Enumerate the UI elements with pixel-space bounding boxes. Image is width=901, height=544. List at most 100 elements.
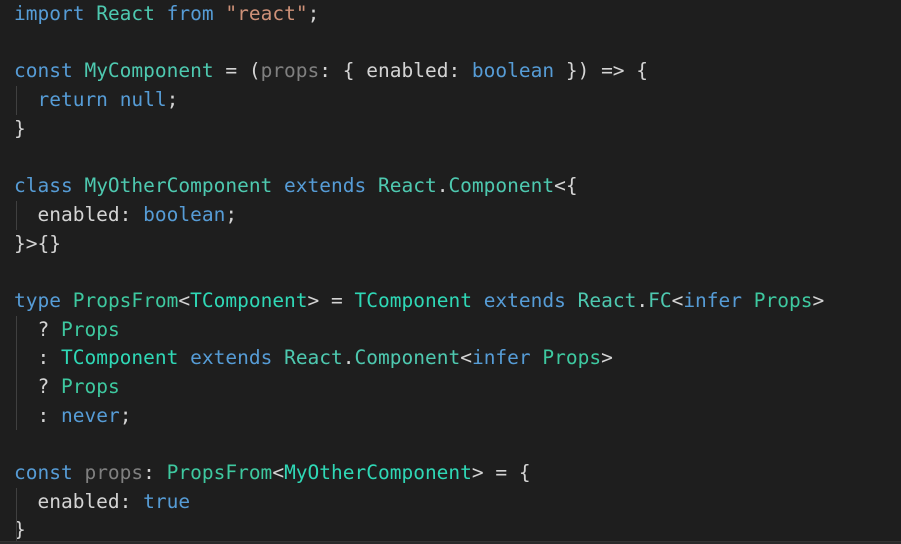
code-token-string: "react" <box>225 2 308 25</box>
code-line[interactable]: enabled: true <box>14 488 901 517</box>
code-token-punctuation: }>{} <box>14 231 61 255</box>
code-token-type-parameter: Props <box>60 317 120 341</box>
code-token-operator: ? <box>37 374 50 398</box>
code-token-identifier: Component <box>354 346 461 370</box>
code-editor[interactable]: import React from "react"; const MyCompo… <box>0 0 901 544</box>
code-line[interactable]: : TComponent extends React.Component<inf… <box>14 344 901 373</box>
code-line[interactable]: enabled: boolean; <box>14 201 901 230</box>
code-token-keyword: from <box>166 2 214 25</box>
code-line[interactable]: type PropsFrom<TComponent> = TComponent … <box>14 287 901 316</box>
code-line[interactable]: } <box>14 516 901 544</box>
code-token-punctuation: . <box>636 288 649 312</box>
code-token-variable: props <box>84 461 144 484</box>
code-token-identifier: React <box>284 346 343 370</box>
code-token-type-alias: PropsFrom <box>72 288 179 312</box>
code-token-punctuation: : <box>119 489 144 513</box>
code-token-punctuation: < <box>272 461 285 484</box>
code-token-type-parameter: TComponent <box>60 346 179 370</box>
code-token-type-parameter: Props <box>542 346 602 370</box>
code-token-keyword: const <box>14 59 73 83</box>
code-token-punctuation: { <box>507 461 531 484</box>
code-token-operator: : <box>37 403 50 427</box>
code-line[interactable]: const props: PropsFrom<MyOtherComponent>… <box>14 459 901 488</box>
code-line[interactable]: import React from "react"; <box>14 0 901 29</box>
code-token-punctuation: <{ <box>554 174 578 198</box>
code-line[interactable]: return null; <box>14 86 901 115</box>
code-line[interactable]: } <box>14 115 901 144</box>
code-token-identifier: FC <box>648 288 672 312</box>
code-token-punctuation: }) => { <box>554 59 649 83</box>
code-token-punctuation: < <box>460 346 472 370</box>
code-line[interactable] <box>14 29 901 58</box>
code-token-identifier: React <box>577 288 637 312</box>
code-token-punctuation: : { <box>319 59 367 83</box>
code-token-punctuation: ( <box>237 59 261 83</box>
code-token-punctuation: > <box>471 461 496 484</box>
code-token-indent <box>14 88 37 111</box>
code-token-keyword: infer <box>683 288 743 312</box>
indent-guide <box>16 401 17 431</box>
code-token-operator: : <box>37 346 50 370</box>
code-token-identifier: MyOtherComponent <box>284 461 472 484</box>
code-token-punctuation: : <box>143 461 167 484</box>
code-token-type-keyword: boolean <box>143 202 226 226</box>
code-token-identifier: MyComponent <box>84 59 214 83</box>
code-line[interactable]: ? Props <box>14 373 901 402</box>
code-line[interactable]: const MyComponent = (props: { enabled: b… <box>14 57 901 86</box>
code-token-operator: = <box>495 461 508 484</box>
code-token-keyword: type <box>14 288 61 312</box>
code-line[interactable]: }>{} <box>14 230 901 259</box>
code-token-punctuation: < <box>178 288 191 312</box>
code-line[interactable]: : never; <box>14 402 901 431</box>
code-token-indent <box>14 490 37 513</box>
code-token-identifier: React <box>96 2 155 25</box>
code-token-punctuation: < <box>671 288 684 312</box>
code-token-property: enabled <box>37 202 120 226</box>
code-token-punctuation: } <box>14 116 26 140</box>
code-token-punctuation: : <box>448 59 472 83</box>
indent-guide <box>16 487 17 517</box>
code-line[interactable] <box>14 430 901 459</box>
code-token-indent <box>14 346 37 369</box>
code-token-type-keyword: never <box>60 403 120 427</box>
code-token-punctuation: > <box>812 288 825 312</box>
indent-guide <box>16 200 17 230</box>
indent-guide <box>16 315 17 345</box>
code-token-keyword: class <box>14 174 73 198</box>
code-token-keyword: null <box>119 88 167 112</box>
code-token-punctuation: : <box>119 202 144 226</box>
code-line[interactable]: class MyOtherComponent extends React.Com… <box>14 172 901 201</box>
code-line[interactable] <box>14 143 901 172</box>
code-token-keyword: import <box>14 2 85 25</box>
code-token-keyword: infer <box>471 346 531 370</box>
code-token-punctuation: > <box>601 346 613 370</box>
code-token-keyword: extends <box>483 288 566 312</box>
code-token-property: enabled <box>37 489 120 513</box>
code-token-identifier: React <box>377 174 437 198</box>
code-token-type-alias: PropsFrom <box>166 461 273 484</box>
code-token-punctuation: ; <box>166 88 179 112</box>
indent-guide <box>16 373 17 402</box>
code-token-keyword: extends <box>190 346 273 370</box>
code-line[interactable] <box>14 258 901 287</box>
code-token-operator: = <box>225 59 238 83</box>
code-surface[interactable]: import React from "react"; const MyCompo… <box>0 0 901 544</box>
code-line[interactable]: ? Props <box>14 316 901 345</box>
code-token-keyword: return <box>37 88 108 112</box>
